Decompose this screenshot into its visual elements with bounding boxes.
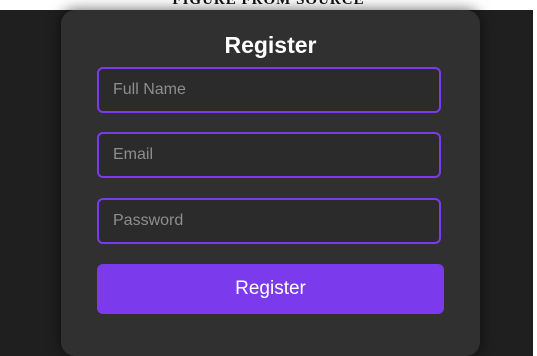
register-button[interactable]: Register	[97, 264, 444, 314]
form-title: Register	[224, 32, 317, 58]
top-strip-text: FIGURE FROM SOURCE	[172, 0, 365, 8]
full-name-input[interactable]	[97, 67, 441, 113]
top-strip: FIGURE FROM SOURCE	[0, 0, 537, 10]
right-edge-strip	[533, 10, 537, 356]
email-input[interactable]	[97, 132, 441, 178]
page-background: Register Register	[0, 10, 537, 356]
password-input[interactable]	[97, 198, 441, 244]
register-card: Register Register	[61, 10, 480, 356]
